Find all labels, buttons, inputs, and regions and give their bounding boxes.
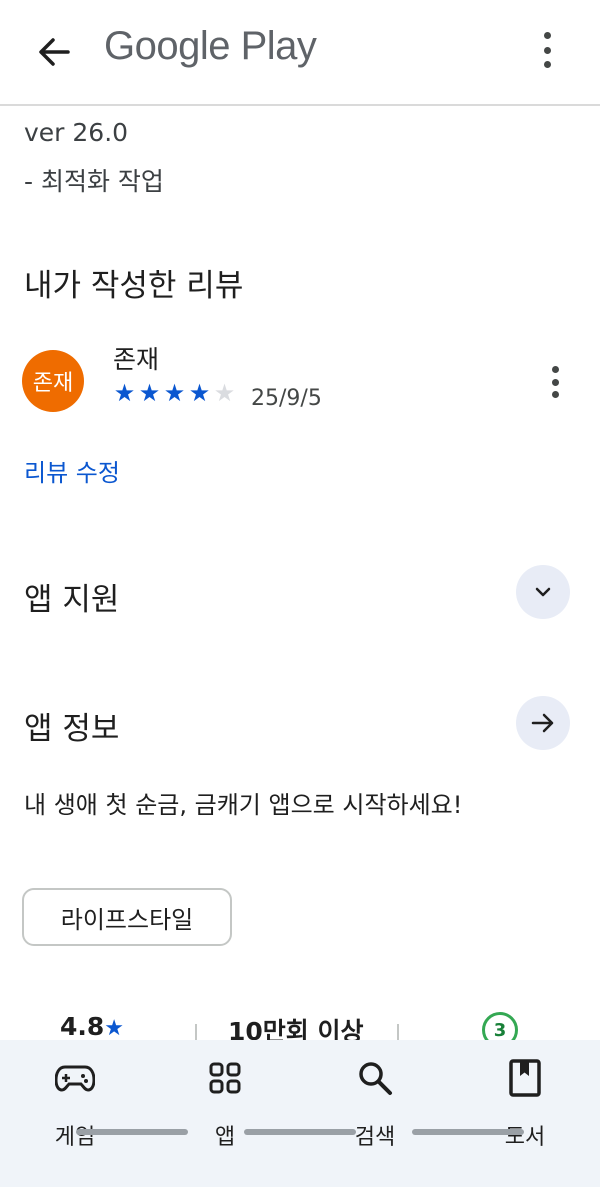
more-vert-icon-dot bbox=[551, 391, 559, 398]
app-support-expand-button[interactable] bbox=[516, 565, 570, 619]
more-vert-icon-dot bbox=[543, 32, 551, 39]
gesture-bar-segment bbox=[76, 1129, 188, 1135]
app-description: 내 생애 첫 순금, 금캐기 앱으로 시작하세요! bbox=[24, 791, 463, 819]
bottom-navigation: 게임 앱 검색 도서 bbox=[0, 1040, 600, 1187]
star-filled-icon: ★ bbox=[163, 379, 186, 407]
nav-label-apps: 앱 bbox=[214, 1125, 236, 1150]
stat-divider bbox=[397, 1024, 399, 1040]
app-info-heading: 앱 정보 bbox=[24, 711, 120, 747]
gesture-bar-segment bbox=[412, 1129, 524, 1135]
category-chip[interactable]: 라이프스타일 bbox=[22, 888, 232, 946]
star-empty-icon: ★ bbox=[213, 379, 236, 407]
app-support-heading: 앱 지원 bbox=[24, 582, 120, 618]
google-play-title: Google Play bbox=[104, 24, 317, 68]
edit-review-link[interactable]: 리뷰 수정 bbox=[24, 453, 120, 488]
star-filled-icon: ★ bbox=[113, 379, 136, 407]
nav-item-apps[interactable]: 앱 bbox=[165, 1058, 285, 1158]
update-note: - 최적화 작업 bbox=[24, 167, 164, 196]
arrow-right-icon bbox=[531, 713, 554, 733]
more-vert-icon-dot bbox=[543, 46, 551, 54]
nav-label-games: 게임 bbox=[54, 1125, 96, 1150]
apps-grid-icon bbox=[205, 1058, 245, 1098]
reviewer-name: 존재 bbox=[113, 345, 160, 374]
nav-item-books[interactable]: 도서 bbox=[465, 1058, 585, 1158]
more-vert-icon-dot bbox=[543, 61, 551, 68]
app-info-open-button[interactable] bbox=[516, 696, 570, 750]
top-app-bar: Google Play bbox=[0, 0, 600, 106]
star-icon: ★ bbox=[104, 1016, 125, 1041]
nav-item-search[interactable]: 검색 bbox=[315, 1058, 435, 1158]
review-options-button[interactable] bbox=[545, 366, 565, 398]
chevron-down-icon bbox=[535, 587, 551, 597]
rating-value: 4.8 bbox=[60, 1012, 105, 1041]
search-icon bbox=[355, 1058, 395, 1098]
book-icon bbox=[505, 1058, 545, 1098]
star-filled-icon: ★ bbox=[188, 379, 211, 407]
nav-item-games[interactable]: 게임 bbox=[15, 1058, 135, 1158]
stat-divider bbox=[195, 1024, 197, 1040]
rating-stat: 4.8★ bbox=[60, 1012, 124, 1041]
star-rating: ★ ★ ★ ★ ★ bbox=[112, 380, 237, 406]
more-vert-icon-dot bbox=[551, 378, 559, 386]
nav-label-search: 검색 bbox=[354, 1125, 396, 1150]
version-text: ver 26.0 bbox=[24, 118, 129, 147]
star-filled-icon: ★ bbox=[138, 379, 161, 407]
more-vert-icon-dot bbox=[551, 366, 559, 373]
gesture-bar-segment bbox=[244, 1129, 356, 1135]
back-arrow-icon bbox=[39, 38, 70, 66]
my-review-heading: 내가 작성한 리뷰 bbox=[24, 268, 244, 304]
back-button[interactable] bbox=[32, 30, 76, 74]
avatar: 존재 bbox=[22, 350, 84, 412]
gamepad-icon bbox=[55, 1058, 95, 1098]
review-date: 25/9/5 bbox=[251, 386, 322, 411]
more-options-button[interactable] bbox=[537, 32, 557, 68]
nav-label-books: 도서 bbox=[504, 1125, 546, 1150]
